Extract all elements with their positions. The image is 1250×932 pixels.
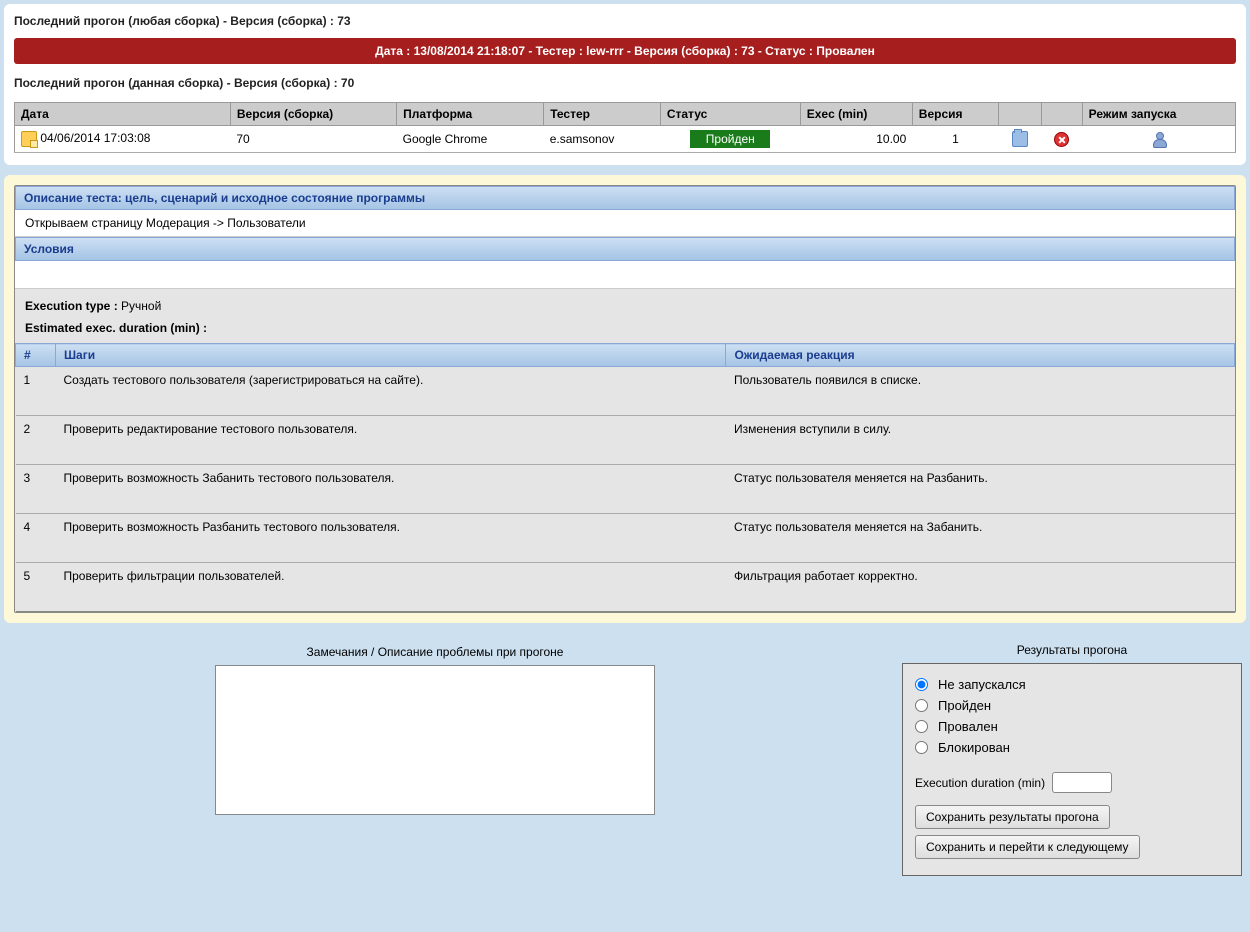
step-text: Проверить редактирование тестового польз… bbox=[56, 416, 726, 465]
open-icon[interactable] bbox=[1012, 131, 1028, 147]
desc-body: Открываем страницу Модерация -> Пользова… bbox=[15, 210, 1235, 237]
step-expected: Статус пользователя меняется на Забанить… bbox=[726, 514, 1235, 563]
run-history-table: Дата Версия (сборка) Платформа Тестер Ст… bbox=[14, 102, 1236, 153]
last-run-any-title: Последний прогон (любая сборка) - Версия… bbox=[14, 10, 1236, 32]
step-row: 1Создать тестового пользователя (зарегис… bbox=[16, 367, 1235, 416]
note-icon[interactable] bbox=[21, 131, 37, 147]
conditions-header: Условия bbox=[15, 237, 1235, 261]
radio-not-run-input[interactable] bbox=[915, 678, 928, 691]
col-platform: Платформа bbox=[397, 103, 544, 126]
step-expected: Изменения вступили в силу. bbox=[726, 416, 1235, 465]
last-run-fail-bar: Дата : 13/08/2014 21:18:07 - Тестер : le… bbox=[14, 38, 1236, 64]
row-platform: Google Chrome bbox=[397, 126, 544, 153]
steps-table: # Шаги Ожидаемая реакция 1Создать тестов… bbox=[15, 343, 1235, 612]
col-step-num: # bbox=[16, 344, 56, 367]
step-text: Проверить фильтрации пользователей. bbox=[56, 563, 726, 612]
step-num: 4 bbox=[16, 514, 56, 563]
col-mode: Режим запуска bbox=[1082, 103, 1235, 126]
col-tester: Тестер bbox=[544, 103, 661, 126]
col-status: Статус bbox=[660, 103, 800, 126]
radio-passed[interactable]: Пройден bbox=[915, 695, 1229, 716]
row-version: 1 bbox=[912, 126, 998, 153]
step-num: 2 bbox=[16, 416, 56, 465]
col-date: Дата bbox=[15, 103, 231, 126]
row-date: 04/06/2014 17:03:08 bbox=[40, 131, 150, 145]
radio-blocked[interactable]: Блокирован bbox=[915, 737, 1229, 758]
radio-failed[interactable]: Провален bbox=[915, 716, 1229, 737]
row-exec: 10.00 bbox=[800, 126, 912, 153]
step-row: 4Проверить возможность Разбанить тестово… bbox=[16, 514, 1235, 563]
status-badge-passed: Пройден bbox=[690, 130, 770, 148]
step-text: Создать тестового пользователя (зарегист… bbox=[56, 367, 726, 416]
row-build: 70 bbox=[230, 126, 396, 153]
step-row: 5Проверить фильтрации пользователей.Филь… bbox=[16, 563, 1235, 612]
step-text: Проверить возможность Забанить тестового… bbox=[56, 465, 726, 514]
step-text: Проверить возможность Разбанить тестовог… bbox=[56, 514, 726, 563]
step-num: 3 bbox=[16, 465, 56, 514]
bottom-area: Замечания / Описание проблемы при прогон… bbox=[4, 637, 1246, 880]
col-action2 bbox=[1041, 103, 1082, 126]
results-title: Результаты прогона bbox=[902, 637, 1242, 663]
exec-duration-input[interactable] bbox=[1052, 772, 1112, 793]
exec-type-line: Execution type : Ручной bbox=[25, 295, 1225, 317]
desc-header: Описание теста: цель, сценарий и исходно… bbox=[15, 186, 1235, 210]
step-row: 3Проверить возможность Забанить тестовог… bbox=[16, 465, 1235, 514]
step-expected: Пользователь появился в списке. bbox=[726, 367, 1235, 416]
col-step-expected: Ожидаемая реакция bbox=[726, 344, 1235, 367]
radio-blocked-input[interactable] bbox=[915, 741, 928, 754]
step-num: 5 bbox=[16, 563, 56, 612]
col-build: Версия (сборка) bbox=[230, 103, 396, 126]
exec-duration-line: Estimated exec. duration (min) : bbox=[25, 317, 1225, 339]
save-and-next-button[interactable]: Сохранить и перейти к следующему bbox=[915, 835, 1140, 859]
col-action1 bbox=[999, 103, 1042, 126]
conditions-body bbox=[15, 261, 1235, 289]
last-run-this-title: Последний прогон (данная сборка) - Верси… bbox=[14, 72, 1236, 94]
last-run-panel: Последний прогон (любая сборка) - Версия… bbox=[4, 4, 1246, 165]
row-tester: e.samsonov bbox=[544, 126, 661, 153]
test-details-panel: Описание теста: цель, сценарий и исходно… bbox=[4, 175, 1246, 623]
save-results-button[interactable]: Сохранить результаты прогона bbox=[915, 805, 1110, 829]
results-box: Не запускался Пройден Провален Блокирова… bbox=[902, 663, 1242, 876]
notes-textarea[interactable] bbox=[215, 665, 655, 815]
col-version: Версия bbox=[912, 103, 998, 126]
col-step-text: Шаги bbox=[56, 344, 726, 367]
step-row: 2Проверить редактирование тестового поль… bbox=[16, 416, 1235, 465]
radio-passed-input[interactable] bbox=[915, 699, 928, 712]
step-num: 1 bbox=[16, 367, 56, 416]
table-row: 04/06/2014 17:03:08 70 Google Chrome e.s… bbox=[15, 126, 1236, 153]
step-expected: Статус пользователя меняется на Разбанит… bbox=[726, 465, 1235, 514]
notes-label: Замечания / Описание проблемы при прогон… bbox=[8, 637, 862, 665]
delete-icon[interactable] bbox=[1054, 132, 1069, 147]
radio-not-run[interactable]: Не запускался bbox=[915, 674, 1229, 695]
step-expected: Фильтрация работает корректно. bbox=[726, 563, 1235, 612]
exec-duration-field: Execution duration (min) bbox=[915, 758, 1229, 805]
col-exec: Exec (min) bbox=[800, 103, 912, 126]
user-icon[interactable] bbox=[1152, 132, 1166, 146]
radio-failed-input[interactable] bbox=[915, 720, 928, 733]
